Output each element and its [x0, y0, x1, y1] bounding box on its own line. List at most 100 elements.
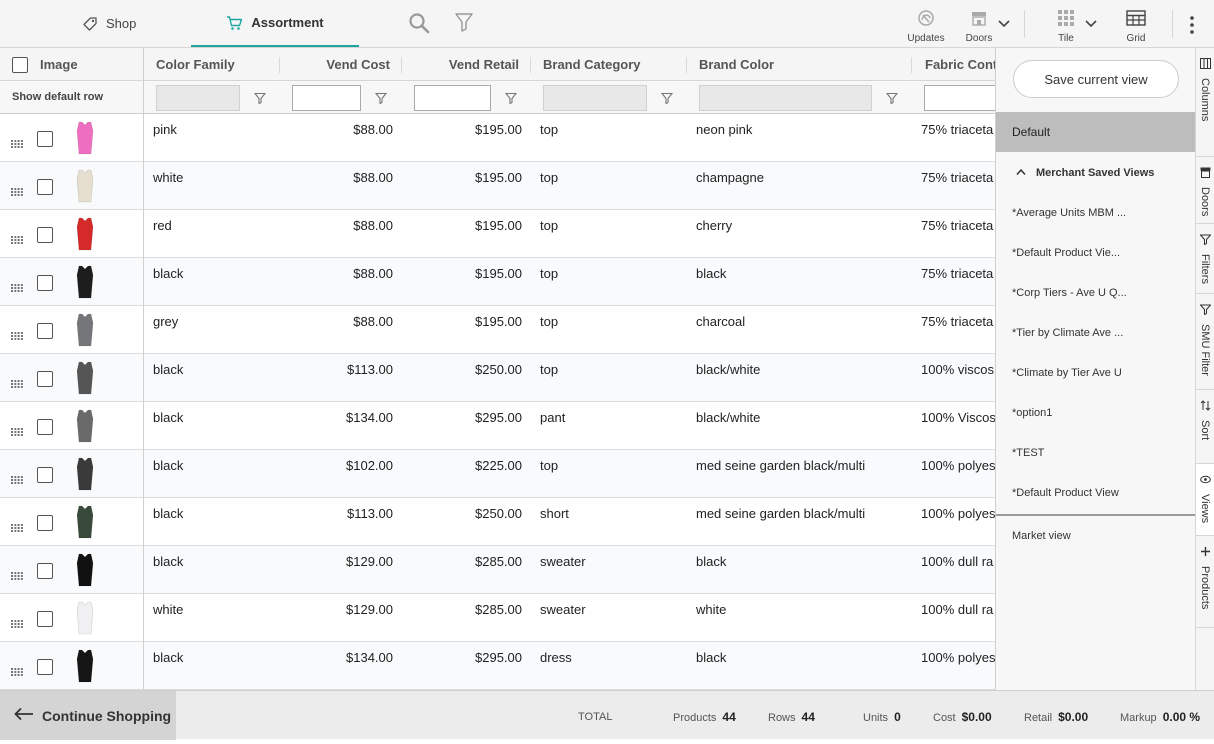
table-row[interactable]: black $88.00 $195.00 top black 75% triaceta: [0, 258, 995, 306]
merchant-saved-views-title: Merchant Saved Views: [1036, 167, 1155, 179]
product-thumbnail[interactable]: [70, 215, 100, 253]
tab-assortment[interactable]: Assortment: [191, 0, 359, 47]
row-checkbox[interactable]: [37, 659, 53, 675]
table-row[interactable]: black $113.00 $250.00 short med seine garden…: [0, 498, 995, 546]
drag-handle-icon[interactable]: [11, 615, 23, 633]
merchant-saved-views-toggle[interactable]: Merchant Saved Views: [996, 160, 1195, 186]
save-current-view-button[interactable]: Save current view: [1013, 60, 1179, 98]
table-row[interactable]: grey $88.00 $195.00 top charcoal 75% triaceta: [0, 306, 995, 354]
side-tab-smu-filter[interactable]: SMU Filter: [1196, 294, 1214, 390]
column-header-vend-retail[interactable]: Vend Retail: [410, 48, 519, 81]
drag-handle-icon[interactable]: [11, 471, 23, 489]
updates-button[interactable]: Updates: [896, 6, 956, 44]
table-row[interactable]: black $134.00 $295.00 dress black 100% polyes: [0, 642, 995, 690]
column-header-image[interactable]: Image: [40, 48, 130, 81]
row-checkbox[interactable]: [37, 179, 53, 195]
drag-handle-icon[interactable]: [11, 327, 23, 345]
doors-chevron-down-icon[interactable]: [998, 16, 1010, 34]
color-family-filter-icon[interactable]: [253, 91, 267, 109]
side-tab-sort[interactable]: Sort: [1196, 390, 1214, 464]
row-checkbox[interactable]: [37, 563, 53, 579]
drag-handle-icon[interactable]: [11, 423, 23, 441]
side-tab-views[interactable]: Views: [1196, 464, 1214, 536]
row-checkbox[interactable]: [37, 611, 53, 627]
row-checkbox[interactable]: [37, 371, 53, 387]
table-row[interactable]: black $113.00 $250.00 top black/white 100% vi…: [0, 354, 995, 402]
table-row[interactable]: black $129.00 $285.00 sweater black 100% dull…: [0, 546, 995, 594]
drag-handle-icon[interactable]: [11, 279, 23, 297]
product-thumbnail[interactable]: [70, 455, 100, 493]
show-default-row-toggle[interactable]: Show default row: [12, 81, 103, 114]
vend-cost-cell: $129.00: [346, 602, 393, 617]
product-thumbnail[interactable]: [70, 551, 100, 589]
product-thumbnail[interactable]: [70, 311, 100, 349]
drag-handle-icon[interactable]: [11, 231, 23, 249]
saved-view-item[interactable]: *Climate by Tier Ave U: [1012, 367, 1122, 379]
column-header-brand-category[interactable]: Brand Category: [543, 48, 683, 81]
drag-handle-icon[interactable]: [11, 183, 23, 201]
drag-handle-icon[interactable]: [11, 375, 23, 393]
saved-view-item[interactable]: *Corp Tiers - Ave U Q...: [1012, 287, 1127, 299]
table-row[interactable]: red $88.00 $195.00 top cherry 75% triaceta: [0, 210, 995, 258]
column-header-brand-color[interactable]: Brand Color: [699, 48, 899, 81]
side-tab-products[interactable]: Products: [1196, 536, 1214, 628]
vend-cost-filter-input[interactable]: [292, 85, 361, 111]
vend-cost-filter-icon[interactable]: [374, 91, 388, 109]
row-checkbox[interactable]: [37, 131, 53, 147]
column-header-vend-cost[interactable]: Vend Cost: [290, 48, 390, 81]
product-thumbnail[interactable]: [70, 407, 100, 445]
grid-view-button[interactable]: Grid: [1106, 6, 1166, 44]
product-thumbnail[interactable]: [70, 263, 100, 301]
drag-handle-icon[interactable]: [11, 663, 23, 681]
row-checkbox[interactable]: [37, 467, 53, 483]
tile-chevron-down-icon[interactable]: [1085, 16, 1097, 34]
saved-view-item[interactable]: *TEST: [1012, 447, 1044, 459]
row-checkbox[interactable]: [37, 323, 53, 339]
product-thumbnail[interactable]: [70, 647, 100, 685]
select-all-checkbox[interactable]: [12, 57, 28, 73]
side-tab-doors[interactable]: Doors: [1196, 157, 1214, 224]
side-tab-columns[interactable]: Columns: [1196, 48, 1214, 157]
product-thumbnail[interactable]: [70, 503, 100, 541]
fabric-content-filter-input[interactable]: [924, 85, 995, 111]
continue-shopping-button[interactable]: Continue Shopping: [0, 691, 176, 740]
row-checkbox[interactable]: [37, 275, 53, 291]
column-header-fabric-content[interactable]: Fabric Cont: [925, 48, 995, 81]
brand-color-cell: med seine garden black/multi: [696, 458, 866, 473]
search-icon[interactable]: [408, 12, 430, 39]
product-thumbnail[interactable]: [70, 359, 100, 397]
drag-handle-icon[interactable]: [11, 567, 23, 585]
vend-retail-filter-icon[interactable]: [504, 91, 518, 109]
vend-retail-filter-input[interactable]: [414, 85, 491, 111]
table-row[interactable]: black $134.00 $295.00 pant black/white 100% V…: [0, 402, 995, 450]
saved-view-item[interactable]: *Average Units MBM ...: [1012, 207, 1126, 219]
side-tab-filters[interactable]: Filters: [1196, 224, 1214, 294]
view-item-default[interactable]: Default: [996, 112, 1195, 152]
brand-category-cell: top: [540, 218, 559, 233]
saved-view-item[interactable]: *Tier by Climate Ave ...: [1012, 327, 1123, 339]
table-row[interactable]: black $102.00 $225.00 top med seine garden b…: [0, 450, 995, 498]
saved-view-item[interactable]: *option1: [1012, 407, 1052, 419]
drag-handle-icon[interactable]: [11, 135, 23, 153]
table-row[interactable]: white $129.00 $285.00 sweater white 100% dull…: [0, 594, 995, 642]
brand-category-filter-icon[interactable]: [660, 91, 674, 109]
view-item-market-view[interactable]: Market view: [1012, 530, 1071, 542]
row-checkbox[interactable]: [37, 515, 53, 531]
saved-view-item[interactable]: *Default Product View: [1012, 487, 1119, 499]
tab-shop[interactable]: Shop: [82, 0, 136, 47]
more-menu-icon[interactable]: [1186, 15, 1198, 40]
row-checkbox[interactable]: [37, 419, 53, 435]
product-thumbnail[interactable]: [70, 167, 100, 205]
table-row[interactable]: white $88.00 $195.00 top champagne 75% triace…: [0, 162, 995, 210]
product-thumbnail[interactable]: [70, 599, 100, 637]
vend-retail-cell: $195.00: [475, 218, 522, 233]
filter-icon[interactable]: [455, 12, 473, 37]
brand-color-filter-icon[interactable]: [885, 91, 899, 109]
product-thumbnail[interactable]: [70, 119, 100, 157]
columns-icon: [1199, 56, 1211, 74]
drag-handle-icon[interactable]: [11, 519, 23, 537]
table-row[interactable]: pink $88.00 $195.00 top neon pink 75% triacet…: [0, 114, 995, 162]
column-header-color-family[interactable]: Color Family: [156, 48, 276, 81]
row-checkbox[interactable]: [37, 227, 53, 243]
saved-view-item[interactable]: *Default Product Vie...: [1012, 247, 1120, 259]
